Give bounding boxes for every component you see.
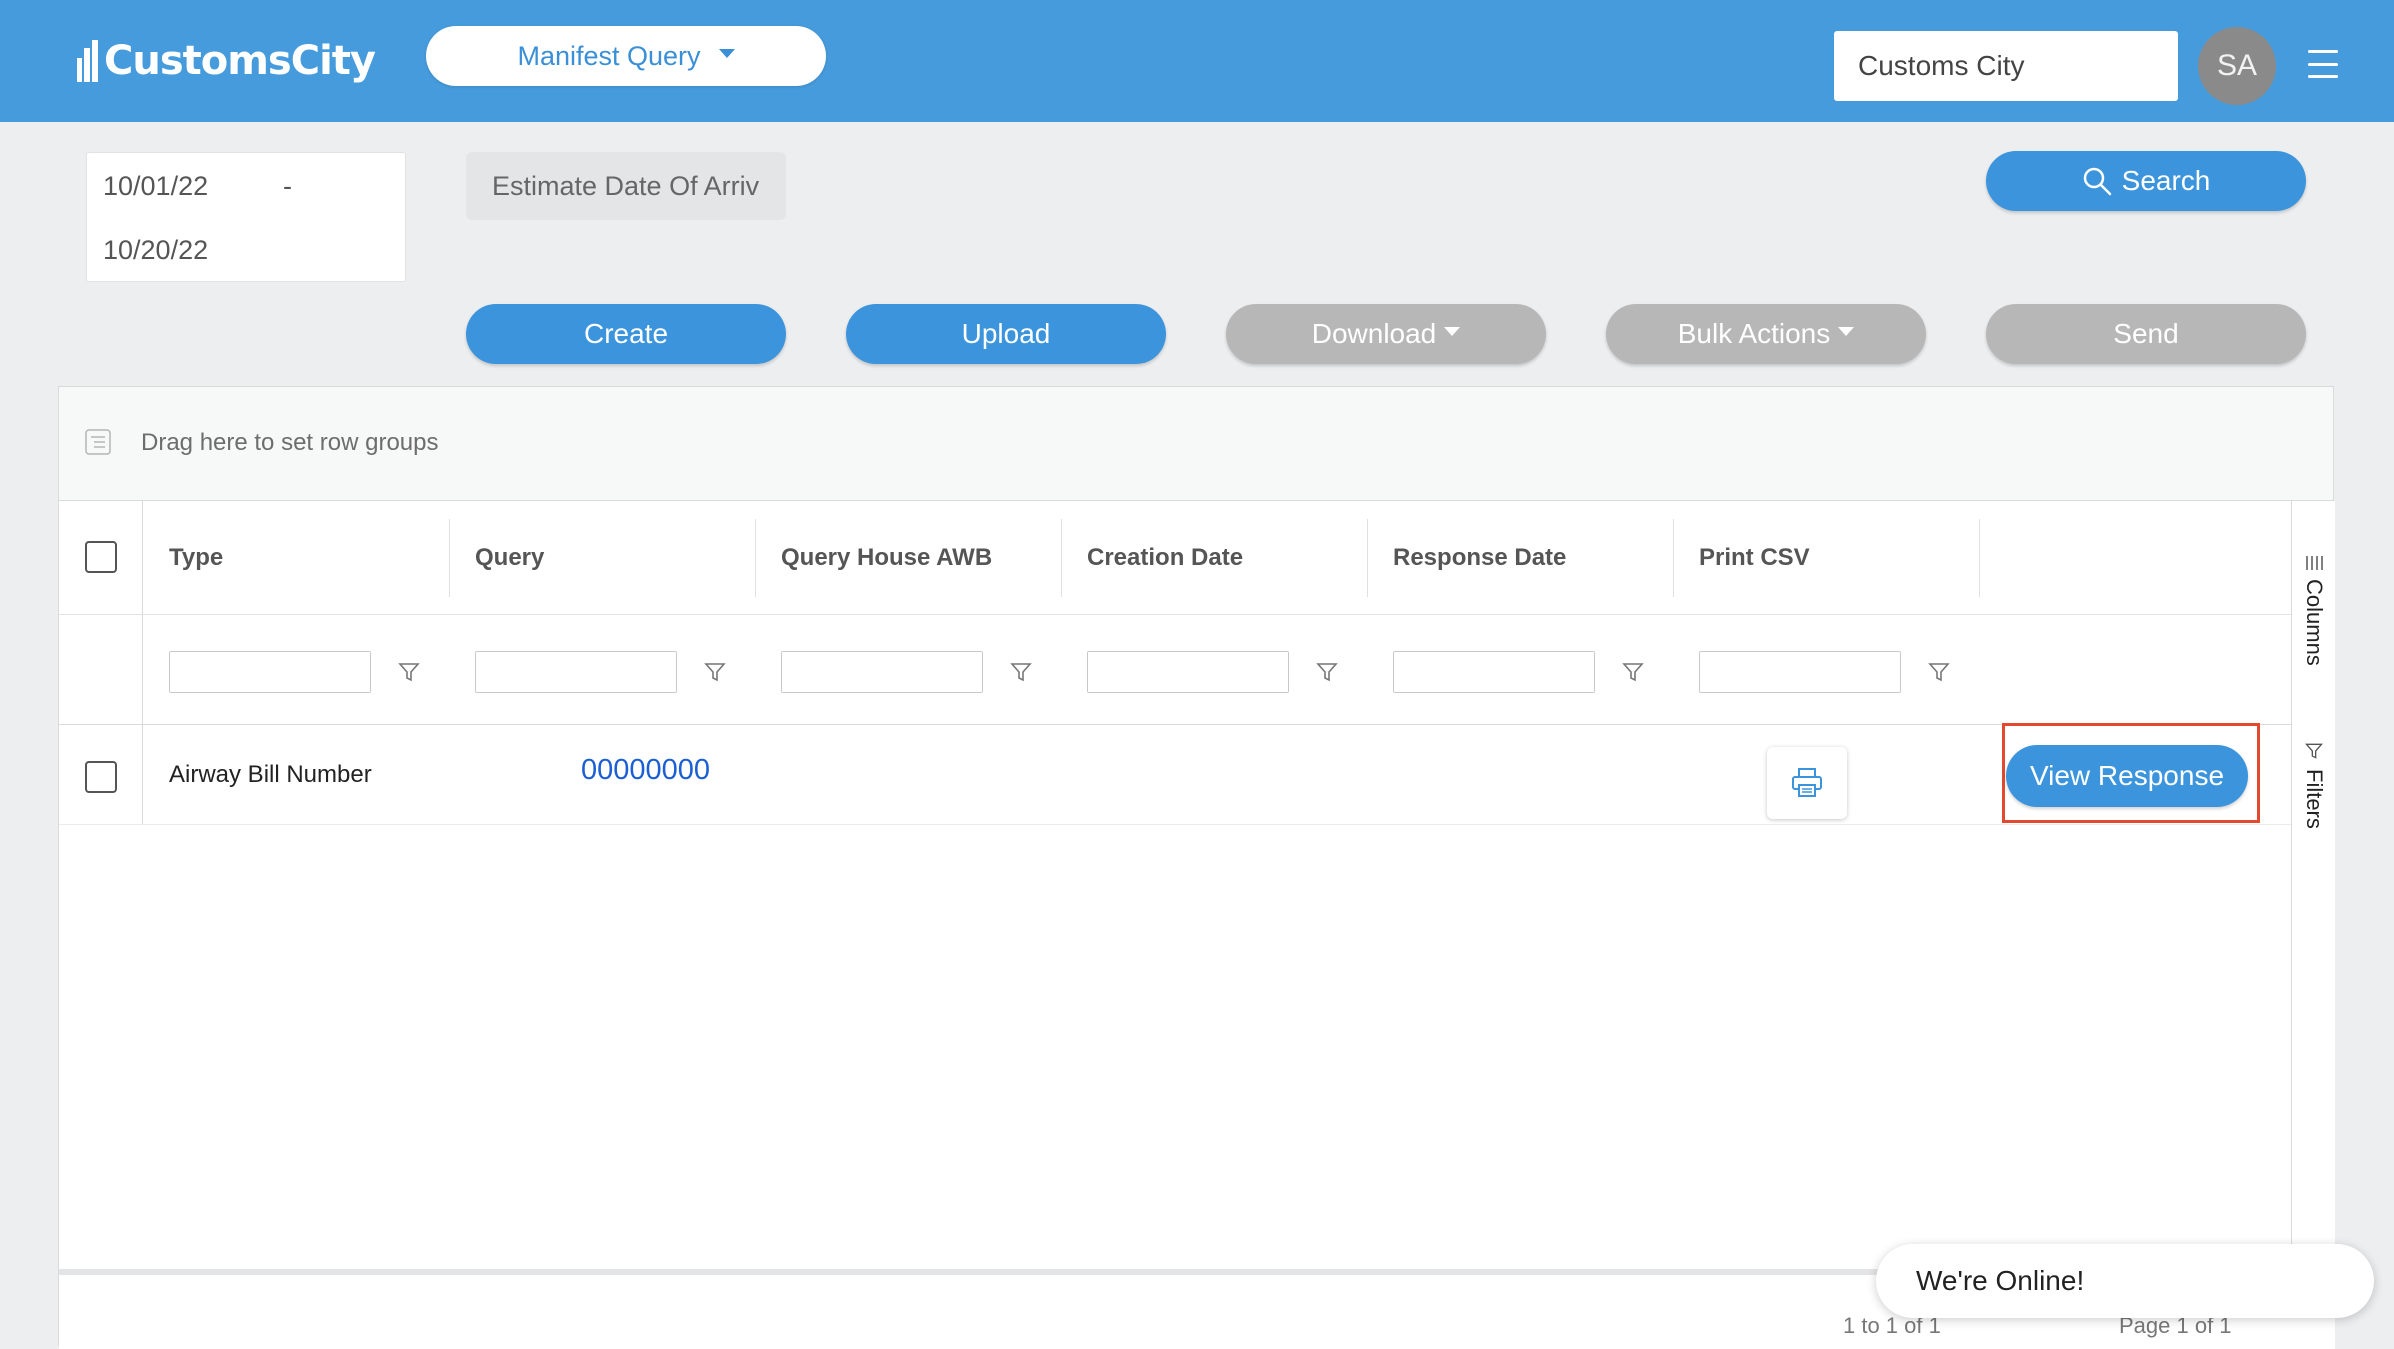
search-button[interactable]: Search: [1986, 151, 2306, 211]
filter-input-creation-date[interactable]: [1087, 651, 1289, 693]
filter-icon[interactable]: [1927, 660, 1951, 684]
filter-cell-query: [449, 615, 755, 725]
print-csv-button[interactable]: [1767, 747, 1847, 819]
date-type-label: Estimate Date Of Arriv: [492, 170, 760, 201]
filter-icon[interactable]: [1315, 660, 1339, 684]
grid-header-row: Type Query Query House AWB Creation Date…: [59, 501, 2291, 615]
search-label: Search: [2121, 165, 2211, 196]
filter-cell-response-date: [1367, 615, 1673, 725]
column-header-print-csv[interactable]: Print CSV: [1673, 501, 1979, 615]
select-all-cell: [59, 501, 143, 614]
columns-tab[interactable]: Columns: [2292, 555, 2336, 666]
filter-icon[interactable]: [1009, 660, 1033, 684]
create-label: Create: [583, 318, 669, 349]
caret-down-icon: [718, 48, 735, 58]
caret-down-icon: [1838, 326, 1855, 336]
filter-cell-print-csv: [1673, 615, 1979, 725]
logo-buildings-icon: [77, 40, 98, 82]
hamburger-menu-icon[interactable]: [2308, 50, 2338, 78]
send-label: Send: [2113, 318, 2179, 349]
filter-input-query[interactable]: [475, 651, 677, 693]
module-label: Manifest Query: [517, 40, 701, 71]
column-header-query[interactable]: Query: [449, 501, 755, 615]
download-button[interactable]: Download: [1226, 304, 1546, 364]
row-checkbox[interactable]: [85, 761, 117, 793]
filters-tab-label: Filters: [2302, 769, 2327, 829]
columns-tab-label: Columns: [2302, 579, 2327, 666]
download-label: Download: [1311, 318, 1437, 349]
upload-label: Upload: [961, 318, 1051, 349]
chat-widget[interactable]: We're Online!: [1876, 1244, 2374, 1318]
company-field[interactable]: [1834, 31, 2178, 101]
select-all-checkbox[interactable]: [85, 541, 117, 573]
row-group-hint: Drag here to set row groups: [141, 429, 439, 456]
filter-cell-type: [143, 615, 449, 725]
filter-spacer-cell: [59, 615, 143, 724]
filter-icon[interactable]: [1621, 660, 1645, 684]
filter-icon[interactable]: [703, 660, 727, 684]
filter-icon: [2305, 743, 2323, 759]
column-header-creation-date[interactable]: Creation Date: [1061, 501, 1367, 615]
columns-icon: [2306, 556, 2323, 570]
upload-button[interactable]: Upload: [846, 304, 1166, 364]
user-avatar[interactable]: SA: [2198, 27, 2276, 105]
top-navbar: CustomsCity Manifest Query SA: [0, 0, 2394, 122]
cell-type: Airway Bill Number: [169, 761, 372, 788]
grid-side-bar: Columns Filters: [2291, 501, 2335, 1281]
row-group-panel[interactable]: Drag here to set row groups: [59, 387, 2333, 501]
filters-tab[interactable]: Filters: [2292, 741, 2336, 829]
column-header-query-house-awb[interactable]: Query House AWB: [755, 501, 1061, 615]
date-from: 10/01/22: [103, 171, 209, 201]
chat-status-label: We're Online!: [1916, 1265, 2085, 1296]
create-button[interactable]: Create: [466, 304, 786, 364]
column-header-type[interactable]: Type: [143, 501, 449, 615]
filter-input-type[interactable]: [169, 651, 371, 693]
column-header-response-date[interactable]: Response Date: [1367, 501, 1673, 615]
date-range-picker[interactable]: 10/01/22 - 10/20/22: [86, 152, 406, 282]
send-button[interactable]: Send: [1986, 304, 2306, 364]
printer-icon: [1792, 768, 1822, 797]
query-grid: Drag here to set row groups Type Query Q…: [58, 386, 2335, 1349]
logo-text: CustomsCity: [104, 38, 376, 84]
bulk-actions-label: Bulk Actions: [1677, 318, 1831, 349]
filter-icon[interactable]: [397, 660, 421, 684]
date-type-select[interactable]: Estimate Date Of Arriv: [466, 152, 786, 220]
search-icon: [2083, 167, 2111, 196]
grid-filter-row: [59, 615, 2291, 725]
query-link[interactable]: 00000000: [581, 725, 710, 815]
table-row[interactable]: Airway Bill Number 00000000: [59, 725, 2291, 825]
view-response-label: View Response: [2029, 760, 2225, 791]
bulk-actions-button[interactable]: Bulk Actions: [1606, 304, 1926, 364]
filter-cell-creation-date: [1061, 615, 1367, 725]
avatar-initials: SA: [2216, 49, 2258, 82]
view-response-button[interactable]: View Response: [2006, 745, 2248, 807]
filter-input-print-csv[interactable]: [1699, 651, 1901, 693]
filter-input-response-date[interactable]: [1393, 651, 1595, 693]
customscity-logo[interactable]: CustomsCity: [76, 38, 376, 84]
date-to: 10/20/22: [103, 235, 209, 265]
row-select-cell: [59, 725, 143, 824]
filter-input-query-house-awb[interactable]: [781, 651, 983, 693]
row-group-icon: [85, 429, 111, 455]
filter-cell-query-house-awb: [755, 615, 1061, 725]
module-dropdown[interactable]: Manifest Query: [426, 26, 826, 86]
date-separator: -: [283, 171, 292, 201]
caret-down-icon: [1444, 326, 1461, 336]
